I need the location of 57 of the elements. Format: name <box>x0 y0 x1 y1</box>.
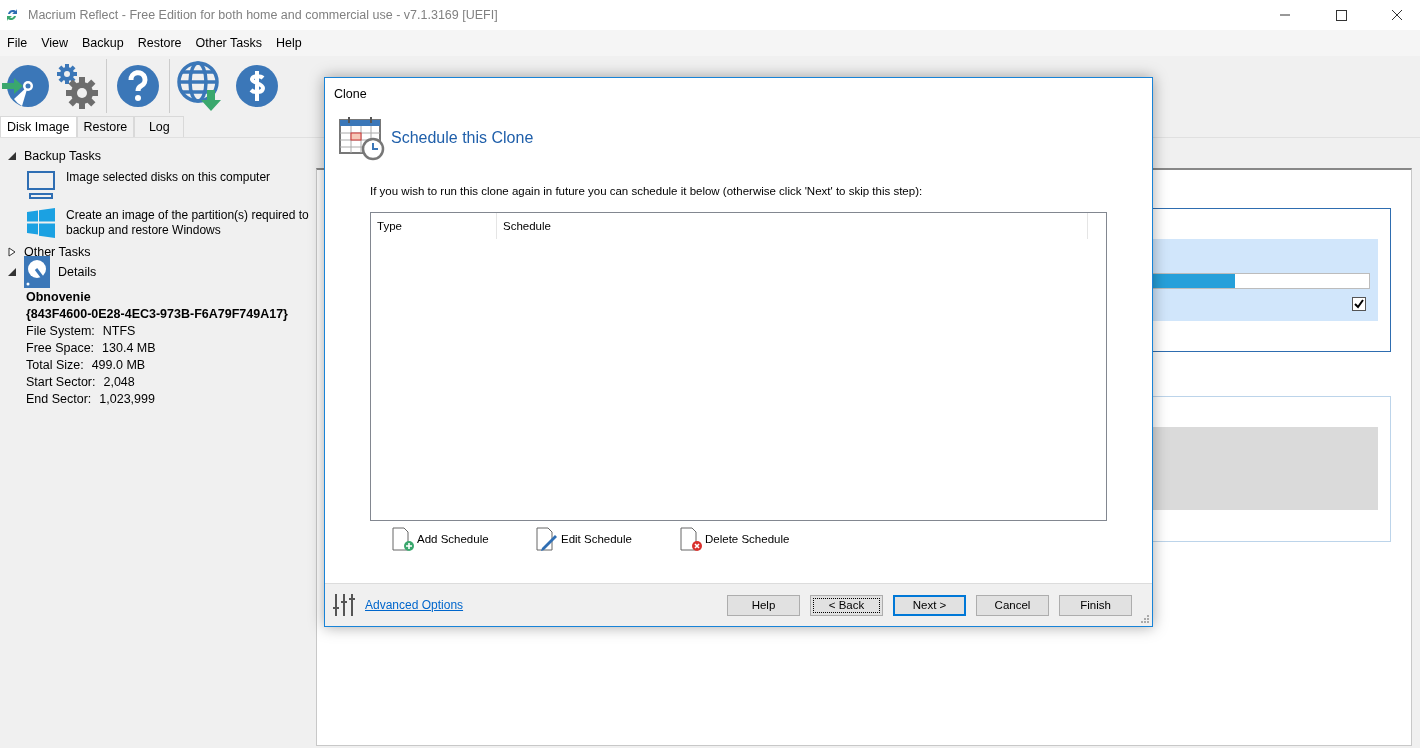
dialog-button[interactable]: < Back <box>810 594 883 616</box>
field-value: 2,048 <box>103 375 135 389</box>
schedule-action-button[interactable]: Edit Schedule <box>535 527 679 551</box>
dialog-heading: Schedule this Clone <box>391 129 534 147</box>
task-link[interactable]: Create an image of the partition(s) required to backup and restore Windows <box>66 208 316 238</box>
column-header[interactable]: Schedule <box>497 213 1088 239</box>
menu-item[interactable]: Other Tasks <box>188 36 269 50</box>
collapse-arrow-icon[interactable] <box>8 152 16 160</box>
windows-logo-icon <box>26 208 56 238</box>
field-value: 130.4 MB <box>102 341 156 355</box>
dialog-button[interactable]: Help <box>727 594 800 616</box>
partition-id: {843F4600-0E28-4EC3-973B-F6A79F749A17} <box>26 307 289 321</box>
tab[interactable]: Log <box>134 116 185 137</box>
add-document-icon <box>391 527 415 551</box>
schedule-list[interactable]: Type Schedule <box>370 212 1107 521</box>
dialog-title: Clone <box>333 86 368 103</box>
menu-item[interactable]: Backup <box>75 36 131 50</box>
menu-item[interactable]: Restore <box>130 36 189 50</box>
field-label: File System: <box>26 324 95 338</box>
collapse-arrow-icon[interactable] <box>8 268 16 276</box>
column-header[interactable]: Type <box>371 213 497 239</box>
schedule-action-button[interactable]: Add Schedule <box>391 527 535 551</box>
field-label: Free Space: <box>26 341 95 355</box>
menu-item[interactable]: View <box>34 36 76 50</box>
instruction-text: If you wish to run this clone again in future you can schedule it below (otherwise click 'Next' to skip this step): <box>370 185 924 197</box>
tab[interactable]: Disk Image <box>0 116 77 137</box>
tab[interactable]: Restore <box>76 116 135 137</box>
window-title: Macrium Reflect - Free Edition for both home and commercial use - v7.1.3169 [UEFI] <box>28 8 499 22</box>
dialog-button[interactable]: Cancel <box>976 594 1049 616</box>
delete-document-icon <box>679 527 703 551</box>
partition-name: Obnovenie <box>26 290 92 304</box>
field-label: Start Sector: <box>26 375 96 389</box>
section-title[interactable]: Backup Tasks <box>24 149 101 163</box>
task-link[interactable]: Image selected disks on this computer <box>66 170 316 185</box>
hard-drive-icon <box>24 256 50 288</box>
field-label: Total Size: <box>26 358 84 372</box>
dialog-button[interactable]: Next > <box>893 594 966 616</box>
app-logo-icon <box>6 8 18 22</box>
edit-document-icon <box>535 527 559 551</box>
section-title[interactable]: Other Tasks <box>24 245 91 259</box>
menu-item[interactable]: File <box>0 36 35 50</box>
field-value: 499.0 MB <box>91 358 146 372</box>
dialog-button[interactable]: Finish <box>1059 594 1132 616</box>
calendar-clock-icon <box>339 115 385 161</box>
field-label: End Sector: <box>26 392 92 406</box>
field-value: NTFS <box>102 324 136 338</box>
sliders-icon <box>333 594 355 616</box>
expand-arrow-icon[interactable] <box>8 247 16 257</box>
advanced-options-link[interactable]: Advanced Options <box>365 598 464 612</box>
checkbox[interactable] <box>1352 297 1366 311</box>
section-title[interactable]: Details <box>58 265 97 279</box>
menu-item[interactable]: Help <box>269 36 309 50</box>
resize-grip-icon[interactable] <box>1141 615 1149 623</box>
monitor-icon <box>26 170 56 200</box>
settings-icon[interactable] <box>54 61 100 111</box>
field-value: 1,023,999 <box>99 392 155 406</box>
schedule-action-button[interactable]: Delete Schedule <box>679 527 823 551</box>
